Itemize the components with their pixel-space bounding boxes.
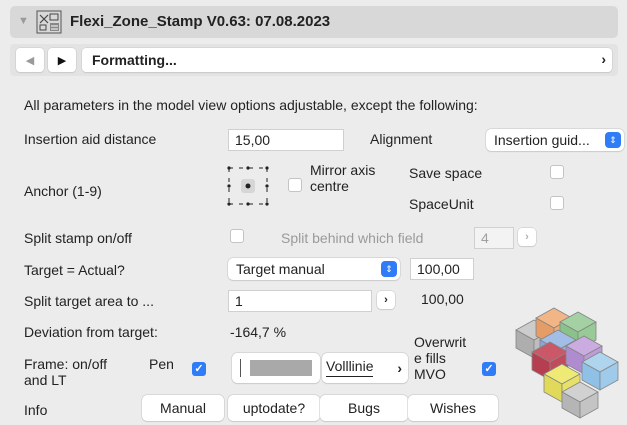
split-target-label: Split target area to ... <box>24 293 154 309</box>
pen-color-swatch <box>250 360 312 376</box>
line-type-select[interactable]: Volllinie › <box>322 353 408 383</box>
deviation-label: Deviation from target: <box>24 324 158 340</box>
mirror-axis-label-2: centre <box>310 178 349 194</box>
header-bar[interactable]: ▼ Flexi_Zone_Stamp V0.63: 07.08.2023 <box>10 6 618 38</box>
target-mode-select[interactable]: Target manual ⇕ <box>228 258 400 280</box>
alignment-select-value: Insertion guid... <box>494 132 590 148</box>
target-actual-label: Target = Actual? <box>24 262 125 278</box>
chevron-right-icon: › <box>525 231 529 243</box>
page-navigation: ◀ ▶ Formatting... › <box>10 44 618 76</box>
deviation-value: -164,7 % <box>230 324 287 340</box>
mirror-axis-label-1: Mirror axis <box>310 162 376 178</box>
bugs-button[interactable]: Bugs <box>320 395 408 421</box>
split-target-result: 100,00 <box>421 291 464 307</box>
chevron-right-icon: › <box>384 294 388 306</box>
space-unit-label: SpaceUnit <box>409 196 474 212</box>
updown-arrows-icon: ⇕ <box>381 261 397 277</box>
overwrite-label-2: e fills <box>414 350 446 366</box>
split-stamp-label: Split stamp on/off <box>24 230 132 246</box>
checkmark-icon: ✓ <box>484 363 494 375</box>
wishes-button[interactable]: Wishes <box>408 395 498 421</box>
anchor-grid-icon[interactable] <box>226 164 270 211</box>
frame-label-1: Frame: on/off <box>24 356 108 372</box>
chevron-right-icon: › <box>397 360 402 376</box>
updown-arrows-icon: ⇕ <box>605 132 621 148</box>
target-mode-value: Target manual <box>236 261 325 277</box>
triangle-right-icon: ▶ <box>57 54 67 67</box>
line-type-value: Volllinie <box>326 358 374 377</box>
chevron-right-icon: › <box>601 51 606 67</box>
frame-checkbox[interactable]: ✓ <box>192 362 206 376</box>
panel-title: Flexi_Zone_Stamp V0.63: 07.08.2023 <box>70 13 331 30</box>
intro-text: All parameters in the model view options… <box>24 97 478 113</box>
page-selector[interactable]: Formatting... › <box>82 48 612 72</box>
mirror-axis-checkbox[interactable] <box>288 178 302 192</box>
disclosure-triangle-icon[interactable]: ▼ <box>18 15 29 27</box>
info-label: Info <box>24 402 48 418</box>
split-stamp-checkbox[interactable] <box>230 229 244 243</box>
manual-button[interactable]: Manual <box>142 395 224 421</box>
alignment-label: Alignment <box>370 131 433 147</box>
pen-label: Pen <box>149 356 174 372</box>
split-behind-input[interactable]: 4 <box>474 227 514 249</box>
space-unit-checkbox[interactable] <box>550 196 564 210</box>
previous-page-button[interactable]: ◀ <box>16 48 44 72</box>
split-target-input[interactable]: 1 <box>228 290 372 312</box>
save-space-label: Save space <box>409 165 483 181</box>
insertion-aid-input[interactable]: 15,00 <box>228 129 344 151</box>
settings-panel: ▼ Flexi_Zone_Stamp V0.63: 07.08.2023 ◀ ▶… <box>0 0 627 423</box>
triangle-left-icon: ◀ <box>25 54 35 67</box>
alignment-select[interactable]: Insertion guid... ⇕ <box>486 129 624 151</box>
split-target-stepper[interactable]: › <box>377 291 395 309</box>
overwrite-label-3: MVO <box>414 366 446 382</box>
overwrite-label-1: Overwrit <box>414 334 467 350</box>
uptodate-button[interactable]: uptodate? <box>228 395 320 421</box>
split-behind-label: Split behind which field <box>281 230 424 246</box>
zone-stamp-object-icon <box>36 10 62 37</box>
anchor-label: Anchor (1-9) <box>24 183 102 199</box>
save-space-checkbox[interactable] <box>550 165 564 179</box>
target-value-input[interactable]: 100,00 <box>410 258 474 280</box>
insertion-aid-label: Insertion aid distance <box>24 131 157 147</box>
page-selector-label: Formatting... <box>92 52 177 68</box>
overwrite-fills-checkbox[interactable]: ✓ <box>482 362 496 376</box>
stacked-cubes-preview <box>510 300 622 425</box>
checkmark-icon: ✓ <box>194 363 204 375</box>
split-behind-stepper[interactable]: › <box>518 228 536 246</box>
next-page-button[interactable]: ▶ <box>48 48 76 72</box>
pen-color-button[interactable] <box>232 353 320 383</box>
pen-swatch-divider <box>240 359 241 377</box>
frame-label-2: and LT <box>24 372 67 388</box>
